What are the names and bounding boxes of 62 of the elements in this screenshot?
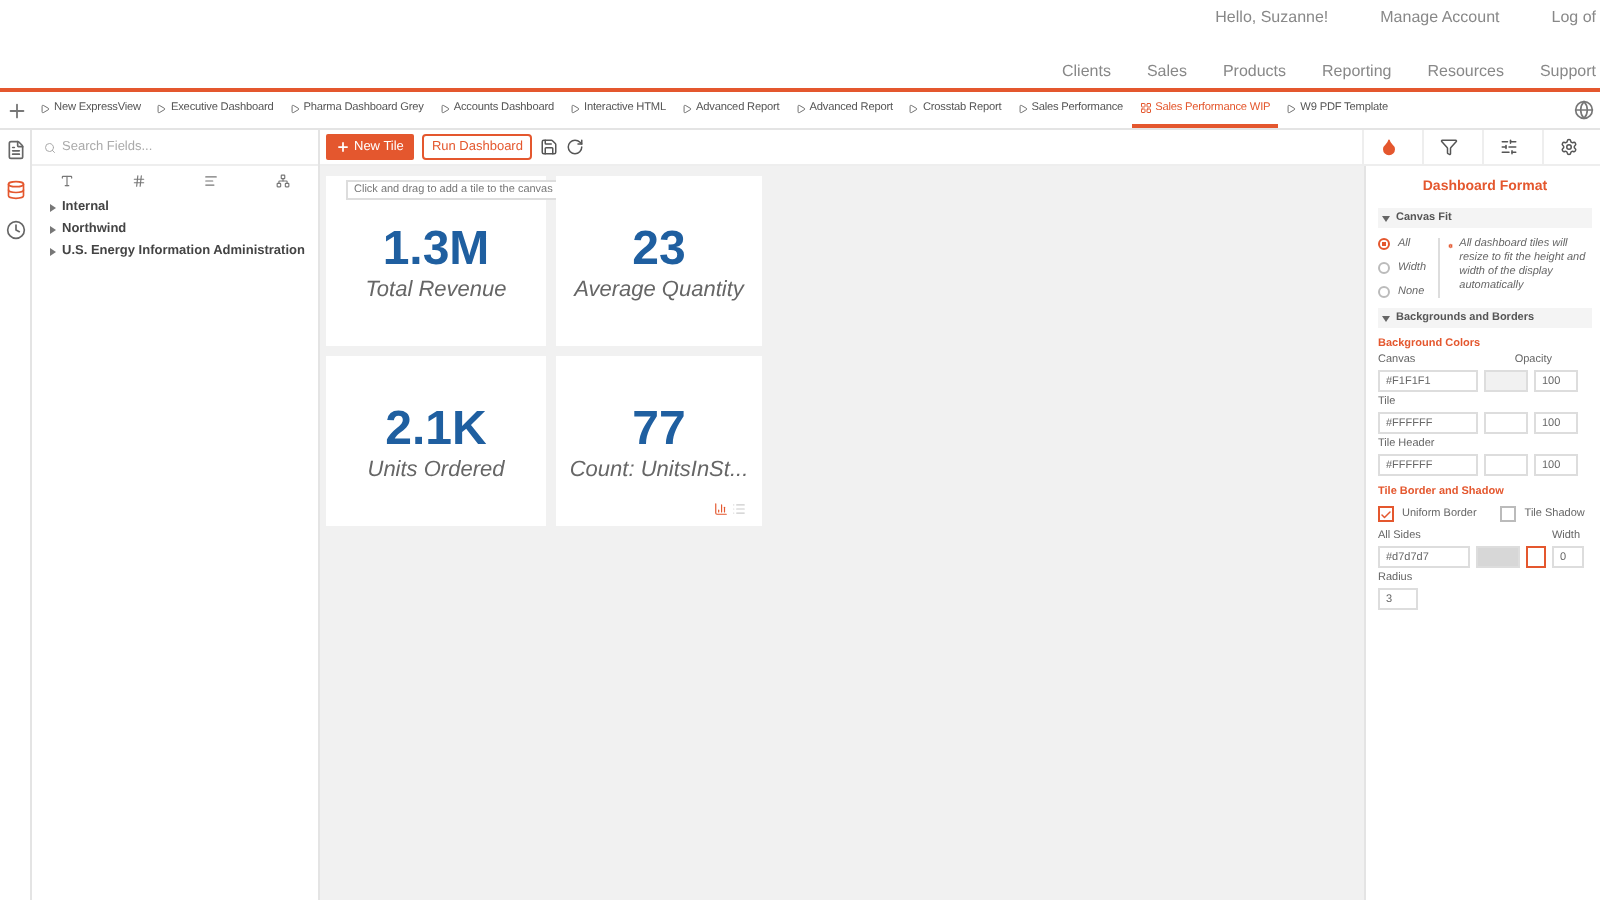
- hierarchy-icon[interactable]: [275, 174, 290, 188]
- kpi-value: 77: [632, 401, 686, 457]
- nav-link[interactable]: Products: [1222, 62, 1287, 80]
- header-link[interactable]: Log of: [1551, 8, 1596, 26]
- nav-link[interactable]: Reporting: [1322, 62, 1392, 80]
- color-swatch[interactable]: [1484, 370, 1528, 392]
- bar-chart-icon[interactable]: [714, 502, 728, 516]
- radio-button[interactable]: [1378, 262, 1390, 274]
- expand-arrow-icon[interactable]: [48, 225, 56, 233]
- kpi-tile[interactable]: 2.1K Units Ordered: [326, 356, 546, 526]
- play-icon: [1286, 103, 1297, 113]
- grid-icon: [1139, 102, 1152, 114]
- expand-arrow-icon[interactable]: [48, 247, 56, 255]
- radio-button[interactable]: [1378, 286, 1390, 298]
- color-swatch[interactable]: [1484, 412, 1528, 434]
- lines-icon[interactable]: [203, 174, 218, 188]
- save-icon[interactable]: [540, 138, 559, 156]
- radio-button[interactable]: [1378, 238, 1390, 250]
- kpi-label: Average Quantity: [574, 277, 744, 301]
- checkbox[interactable]: [1500, 506, 1517, 522]
- kpi-label: Total Revenue: [365, 277, 507, 301]
- caret-icon: [1382, 214, 1390, 222]
- refresh-icon[interactable]: [566, 138, 585, 156]
- expand-arrow-icon[interactable]: [48, 203, 56, 211]
- play-icon: [1017, 103, 1028, 113]
- sliders-icon[interactable]: [1500, 138, 1518, 156]
- kpi-value: 23: [632, 221, 686, 277]
- plus-icon: [336, 140, 350, 154]
- nav-link[interactable]: Clients: [1061, 62, 1111, 80]
- checkbox[interactable]: [1378, 506, 1394, 522]
- play-icon: [156, 103, 167, 113]
- number-type-icon[interactable]: [132, 174, 147, 188]
- play-icon: [795, 103, 806, 113]
- color-swatch[interactable]: [1476, 546, 1520, 568]
- kpi-value: 2.1K: [385, 401, 487, 457]
- play-icon: [682, 103, 692, 113]
- filter-icon[interactable]: [1440, 138, 1458, 156]
- header-link[interactable]: Manage Account: [1380, 8, 1500, 26]
- nav-link[interactable]: Sales: [1146, 62, 1187, 80]
- kpi-label: Count: UnitsInSt...: [569, 457, 749, 481]
- color-swatch[interactable]: [1484, 454, 1528, 476]
- caret-icon: [1382, 314, 1390, 322]
- play-icon: [908, 103, 919, 113]
- greeting-text: Hello, Suzanne!: [1215, 8, 1329, 26]
- border-swatch[interactable]: [1526, 546, 1546, 568]
- play-icon: [289, 103, 300, 113]
- settings-icon[interactable]: [1560, 138, 1578, 156]
- nav-link[interactable]: Support: [1539, 62, 1596, 80]
- kpi-tile[interactable]: 77 Count: UnitsInSt...: [556, 356, 762, 526]
- play-icon: [40, 103, 50, 113]
- play-icon: [439, 103, 450, 113]
- search-icon: [44, 141, 56, 153]
- text-type-icon[interactable]: [60, 174, 75, 188]
- kpi-label: Units Ordered: [367, 457, 505, 481]
- add-icon[interactable]: [5, 99, 27, 121]
- kpi-value: 1.3M: [382, 221, 490, 277]
- globe-icon[interactable]: [1574, 100, 1594, 120]
- drop-icon[interactable]: [1380, 138, 1398, 156]
- clock-icon[interactable]: [1, 216, 29, 244]
- nav-link[interactable]: Resources: [1427, 62, 1504, 80]
- kpi-tile[interactable]: 23 Average Quantity: [556, 176, 762, 346]
- play-icon: [570, 103, 580, 113]
